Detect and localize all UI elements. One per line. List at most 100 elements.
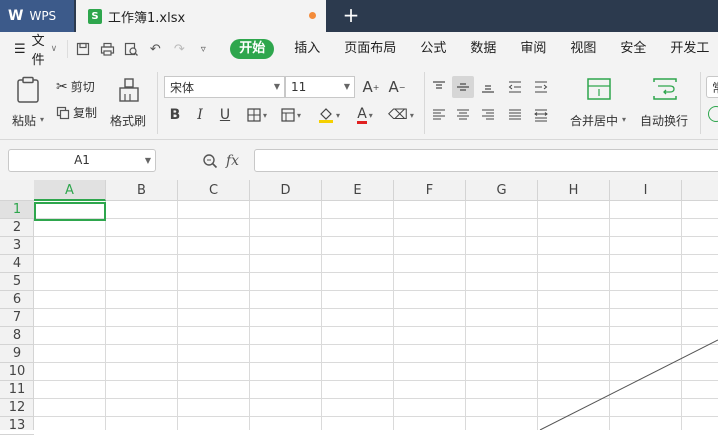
align-center-button[interactable] bbox=[452, 104, 474, 126]
font-size-select[interactable]: 11 ▼ bbox=[285, 76, 355, 98]
formula-input[interactable] bbox=[254, 149, 718, 172]
tab-formulas[interactable]: 公式 bbox=[408, 32, 458, 66]
column-header-c[interactable]: C bbox=[178, 180, 250, 201]
undo-icon[interactable]: ↶ bbox=[146, 40, 164, 58]
number-format-value: 常 bbox=[712, 79, 718, 96]
increase-font-size-button[interactable]: A + bbox=[360, 76, 382, 98]
tab-page-layout[interactable]: 页面布局 bbox=[332, 32, 408, 66]
clipboard-icon bbox=[17, 76, 39, 103]
align-bottom-button[interactable] bbox=[477, 76, 499, 98]
column-header-b[interactable]: B bbox=[106, 180, 178, 201]
title-bar: W WPS S 工作簿1.xlsx + bbox=[0, 0, 718, 32]
row-header-8[interactable]: 8 bbox=[0, 327, 34, 345]
row-header-13[interactable]: 13 bbox=[0, 417, 34, 435]
tab-data[interactable]: 数据 bbox=[458, 32, 508, 66]
merge-center-button[interactable]: 合并居中 ▾ bbox=[566, 74, 632, 132]
tab-security[interactable]: 安全 bbox=[608, 32, 658, 66]
zoom-icon[interactable] bbox=[202, 153, 218, 169]
row-header-5[interactable]: 5 bbox=[0, 273, 34, 291]
customize-dropdown-icon[interactable]: ▿ bbox=[194, 40, 212, 58]
align-left-icon bbox=[433, 109, 445, 120]
row-header-7[interactable]: 7 bbox=[0, 309, 34, 327]
chevron-down-icon: ▼ bbox=[343, 82, 350, 91]
bold-button[interactable]: B bbox=[164, 104, 186, 126]
row-header-10[interactable]: 10 bbox=[0, 363, 34, 381]
save-icon[interactable] bbox=[74, 40, 92, 58]
function-icon[interactable]: fx bbox=[226, 153, 239, 169]
justify-icon bbox=[509, 109, 521, 120]
chevron-down-icon: ▾ bbox=[622, 115, 627, 124]
column-header-e[interactable]: E bbox=[322, 180, 394, 201]
font-name-select[interactable]: 宋体 ▼ bbox=[164, 76, 285, 98]
print-icon[interactable] bbox=[98, 40, 116, 58]
number-format-select[interactable]: 常 bbox=[706, 76, 718, 98]
row-header-6[interactable]: 6 bbox=[0, 291, 34, 309]
align-top-icon bbox=[433, 81, 445, 89]
row-header-12[interactable]: 12 bbox=[0, 399, 34, 417]
row-header-9[interactable]: 9 bbox=[0, 345, 34, 363]
wrap-text-button[interactable]: 自动换行 bbox=[638, 74, 694, 132]
cell-style-icon bbox=[281, 108, 295, 122]
outdent-icon bbox=[508, 81, 521, 93]
cut-button[interactable]: ✂ 剪切 bbox=[56, 78, 95, 95]
menu-bar: ☰ 文件 ∨ ↶ ↷ ▿ 开始 插入 页面布局 公式 数据 审阅 视图 安全 开… bbox=[0, 30, 718, 68]
name-box[interactable]: A1 ▼ bbox=[8, 149, 156, 172]
align-right-button[interactable] bbox=[477, 104, 499, 126]
align-bottom-icon bbox=[482, 85, 494, 93]
align-top-button[interactable] bbox=[428, 76, 450, 98]
currency-format-icon[interactable] bbox=[708, 106, 718, 122]
increase-indent-button[interactable] bbox=[530, 76, 552, 98]
underline-button[interactable]: U bbox=[214, 104, 236, 126]
fill-color-button[interactable]: ▾ bbox=[314, 104, 344, 126]
distributed-align-button[interactable] bbox=[530, 104, 552, 126]
align-center-icon bbox=[457, 109, 469, 120]
chevron-down-icon: ∨ bbox=[50, 44, 58, 54]
column-header-g[interactable]: G bbox=[466, 180, 538, 201]
borders-button[interactable]: ▾ bbox=[242, 104, 272, 126]
row-header-11[interactable]: 11 bbox=[0, 381, 34, 399]
column-header-a[interactable]: A bbox=[34, 180, 106, 201]
column-header-h[interactable]: H bbox=[538, 180, 610, 201]
column-header-d[interactable]: D bbox=[250, 180, 322, 201]
redo-icon[interactable]: ↷ bbox=[170, 40, 188, 58]
justify-button[interactable] bbox=[504, 104, 526, 126]
tab-home[interactable]: 开始 bbox=[230, 39, 275, 59]
file-tab[interactable]: S 工作簿1.xlsx bbox=[76, 0, 326, 32]
borders-icon bbox=[247, 108, 261, 122]
new-tab-button[interactable]: + bbox=[340, 4, 362, 26]
format-painter-button[interactable]: 格式刷 bbox=[108, 74, 150, 132]
tab-developer[interactable]: 开发工 bbox=[658, 32, 718, 66]
paste-button[interactable]: 粘贴 ▾ bbox=[8, 74, 48, 132]
row-header-4[interactable]: 4 bbox=[0, 255, 34, 273]
italic-button[interactable]: I bbox=[189, 104, 211, 126]
chevron-down-icon: ▼ bbox=[273, 82, 280, 91]
tab-view[interactable]: 视图 bbox=[558, 32, 608, 66]
cell-style-button[interactable]: ▾ bbox=[276, 104, 306, 126]
decrease-indent-button[interactable] bbox=[504, 76, 526, 98]
tab-review[interactable]: 审阅 bbox=[508, 32, 558, 66]
row-header-1[interactable]: 1 bbox=[0, 201, 34, 219]
clear-button[interactable]: ⌫ ▾ bbox=[386, 104, 416, 126]
print-preview-icon[interactable] bbox=[122, 40, 140, 58]
align-left-button[interactable] bbox=[428, 104, 450, 126]
row-header-3[interactable]: 3 bbox=[0, 237, 34, 255]
align-middle-button[interactable] bbox=[452, 76, 474, 98]
active-cell[interactable] bbox=[34, 202, 106, 221]
row-header-2[interactable]: 2 bbox=[0, 219, 34, 237]
formula-tools: fx bbox=[202, 149, 239, 172]
decrease-font-size-button[interactable]: A − bbox=[386, 76, 408, 98]
copy-button[interactable]: 复制 bbox=[56, 104, 97, 121]
grid-line bbox=[34, 254, 718, 255]
column-header-i[interactable]: I bbox=[610, 180, 682, 201]
grid-line bbox=[34, 272, 718, 273]
font-color-button[interactable]: A ▾ bbox=[350, 104, 380, 126]
chevron-down-icon: ▾ bbox=[262, 110, 267, 120]
cell-grid[interactable] bbox=[34, 201, 718, 430]
ribbon-separator bbox=[157, 72, 158, 134]
row-header: 1 2 3 4 5 6 7 8 9 10 11 12 13 bbox=[0, 201, 34, 435]
wps-home-tab[interactable]: W WPS bbox=[0, 0, 74, 32]
file-tab-label: 工作簿1.xlsx bbox=[108, 10, 186, 26]
file-menu[interactable]: ☰ 文件 ∨ bbox=[0, 30, 67, 68]
tab-insert[interactable]: 插入 bbox=[282, 32, 332, 66]
column-header-f[interactable]: F bbox=[394, 180, 466, 201]
